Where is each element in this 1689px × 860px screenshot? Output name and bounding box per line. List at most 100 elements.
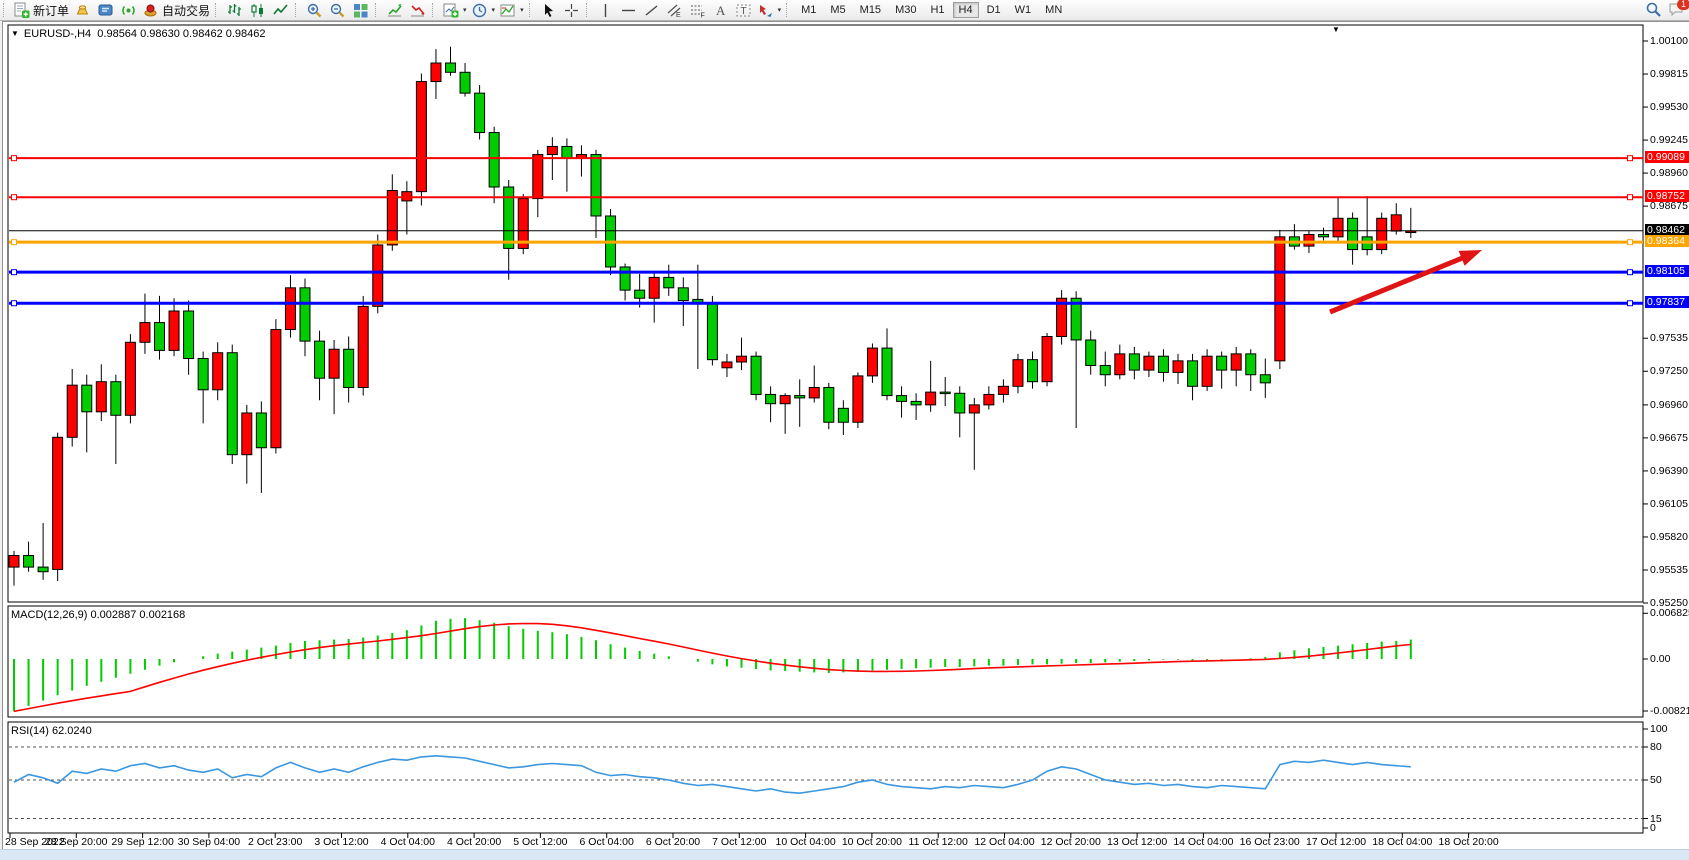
new-chart-button[interactable]: ▾	[440, 1, 469, 19]
label-button[interactable]: T	[732, 1, 755, 19]
candle-body	[664, 277, 674, 287]
price-tick-label: 0.96675	[1650, 432, 1688, 444]
new-chart-icon	[442, 2, 459, 19]
zoom-in-button[interactable]	[303, 1, 326, 19]
zoom-out-button[interactable]	[326, 1, 349, 19]
pivot-line-handle[interactable]	[12, 240, 17, 245]
main-panel-frame	[8, 25, 1643, 602]
timeframe-button-m15[interactable]: M15	[854, 2, 887, 18]
candle-body	[155, 323, 165, 351]
equidistant-channel-button[interactable]: E	[663, 1, 686, 19]
date-label: 3 Oct 12:00	[314, 836, 368, 848]
resistance-line-2-handle[interactable]	[1628, 195, 1633, 200]
candle-body	[722, 362, 732, 368]
resistance-line-1-handle[interactable]	[1628, 156, 1633, 161]
chart-title: ▼EURUSD-,H4 0.98564 0.98630 0.98462 0.98…	[11, 28, 266, 40]
pivot-line-handle[interactable]	[1628, 240, 1633, 245]
signal-button[interactable]	[117, 1, 140, 19]
chart-shift-icon[interactable]: ▼	[1332, 25, 1340, 34]
candle-body	[955, 393, 965, 413]
candle-body	[1028, 360, 1038, 382]
horizontal-scrollbar[interactable]	[0, 849, 1689, 860]
candle-body	[1391, 215, 1401, 231]
toolbar-group-grip	[586, 3, 590, 17]
candle-body	[1173, 361, 1183, 373]
new-chart-button-dropdown-caret[interactable]: ▾	[463, 6, 467, 14]
cursor-button[interactable]	[537, 1, 560, 19]
date-label: 5 Oct 12:00	[513, 836, 567, 848]
price-tick-label: 0.96390	[1650, 465, 1688, 477]
rsi-panel-frame	[8, 722, 1643, 833]
svg-text:A: A	[716, 3, 726, 18]
price-line-badge: 0.98752	[1645, 190, 1689, 202]
profit-down-button[interactable]	[406, 1, 429, 19]
date-label: 29 Sep 12:00	[111, 836, 173, 848]
text-icon: A	[712, 2, 729, 19]
gold-button[interactable]	[71, 1, 94, 19]
candle-body	[1086, 340, 1096, 365]
candle-body	[751, 356, 761, 394]
auto-trading-button[interactable]: 自动交易	[140, 1, 212, 19]
bar-chart-icon	[226, 2, 243, 19]
candle-body	[1333, 218, 1343, 237]
candle-body	[53, 437, 63, 569]
support-line-1-handle[interactable]	[12, 270, 17, 275]
trendline-button[interactable]	[640, 1, 663, 19]
timeframe-button-w1[interactable]: W1	[1009, 2, 1038, 18]
period-button-dropdown-caret[interactable]: ▾	[492, 6, 496, 14]
profit-up-icon	[386, 2, 403, 19]
vertical-line-button[interactable]	[594, 1, 617, 19]
toolbar-group-grip	[375, 3, 379, 17]
arrows-button[interactable]: ▾	[755, 1, 784, 19]
line-chart-button[interactable]	[269, 1, 292, 19]
search-icon[interactable]	[1645, 1, 1662, 18]
profit-up-button[interactable]	[383, 1, 406, 19]
bar-chart-button[interactable]	[223, 1, 246, 19]
candle-body	[1319, 235, 1329, 237]
timeframe-button-m30[interactable]: M30	[889, 2, 922, 18]
candle-body	[780, 396, 790, 404]
timeframe-button-m1[interactable]: M1	[795, 2, 822, 18]
crosshair-button[interactable]	[560, 1, 583, 19]
date-label: 18 Oct 20:00	[1439, 836, 1499, 848]
support-line-2-handle[interactable]	[1628, 301, 1633, 306]
resistance-line-1-handle[interactable]	[12, 156, 17, 161]
candle-body	[984, 394, 994, 404]
fibonacci-button[interactable]: F	[686, 1, 709, 19]
candle-body	[82, 385, 92, 412]
timeframe-button-d1[interactable]: D1	[981, 2, 1007, 18]
text-button[interactable]: A	[709, 1, 732, 19]
date-label: 16 Oct 23:00	[1240, 836, 1300, 848]
collapse-triangle-icon[interactable]: ▼	[11, 29, 19, 38]
candlestick-button[interactable]	[246, 1, 269, 19]
rsi-axis-label: 50	[1650, 774, 1662, 786]
support-line-2-handle[interactable]	[12, 301, 17, 306]
candle-body	[285, 288, 295, 330]
timeframe-button-mn[interactable]: MN	[1039, 2, 1068, 18]
rsi-axis-label: 100	[1650, 723, 1668, 735]
tile-windows-button[interactable]	[349, 1, 372, 19]
arrows-button-dropdown-caret[interactable]: ▾	[778, 6, 782, 14]
period-button[interactable]: ▾	[469, 1, 498, 19]
terminal-button[interactable]	[94, 1, 117, 19]
template-button-dropdown-caret[interactable]: ▾	[520, 6, 524, 14]
price-tick-label: 0.99815	[1650, 68, 1688, 80]
price-line-badge: 0.98364	[1645, 235, 1689, 247]
template-button[interactable]: ▾	[497, 1, 526, 19]
candle-body	[940, 392, 950, 394]
chat-icon[interactable]: 1	[1668, 1, 1685, 18]
svg-text:F: F	[700, 12, 704, 19]
horizontal-line-button[interactable]	[617, 1, 640, 19]
timeframe-button-h4[interactable]: H4	[953, 2, 979, 18]
candle-body	[795, 396, 805, 398]
timeframe-button-m5[interactable]: M5	[824, 2, 851, 18]
new-order-button[interactable]: 新订单	[11, 1, 71, 19]
toolbar: 新订单 自动交易 ▾ ▾ ▾ E F AT ▾ M1M5M15M30H1H4D1W1MN 1	[0, 0, 1689, 21]
timeframe-button-h1[interactable]: H1	[924, 2, 950, 18]
candle-body	[867, 348, 877, 376]
toolbar-group-grip	[529, 3, 533, 17]
price-tick-label: 0.95535	[1650, 564, 1688, 576]
support-line-1-handle[interactable]	[1628, 270, 1633, 275]
resistance-line-2-handle[interactable]	[12, 195, 17, 200]
trendline-icon	[643, 2, 660, 19]
